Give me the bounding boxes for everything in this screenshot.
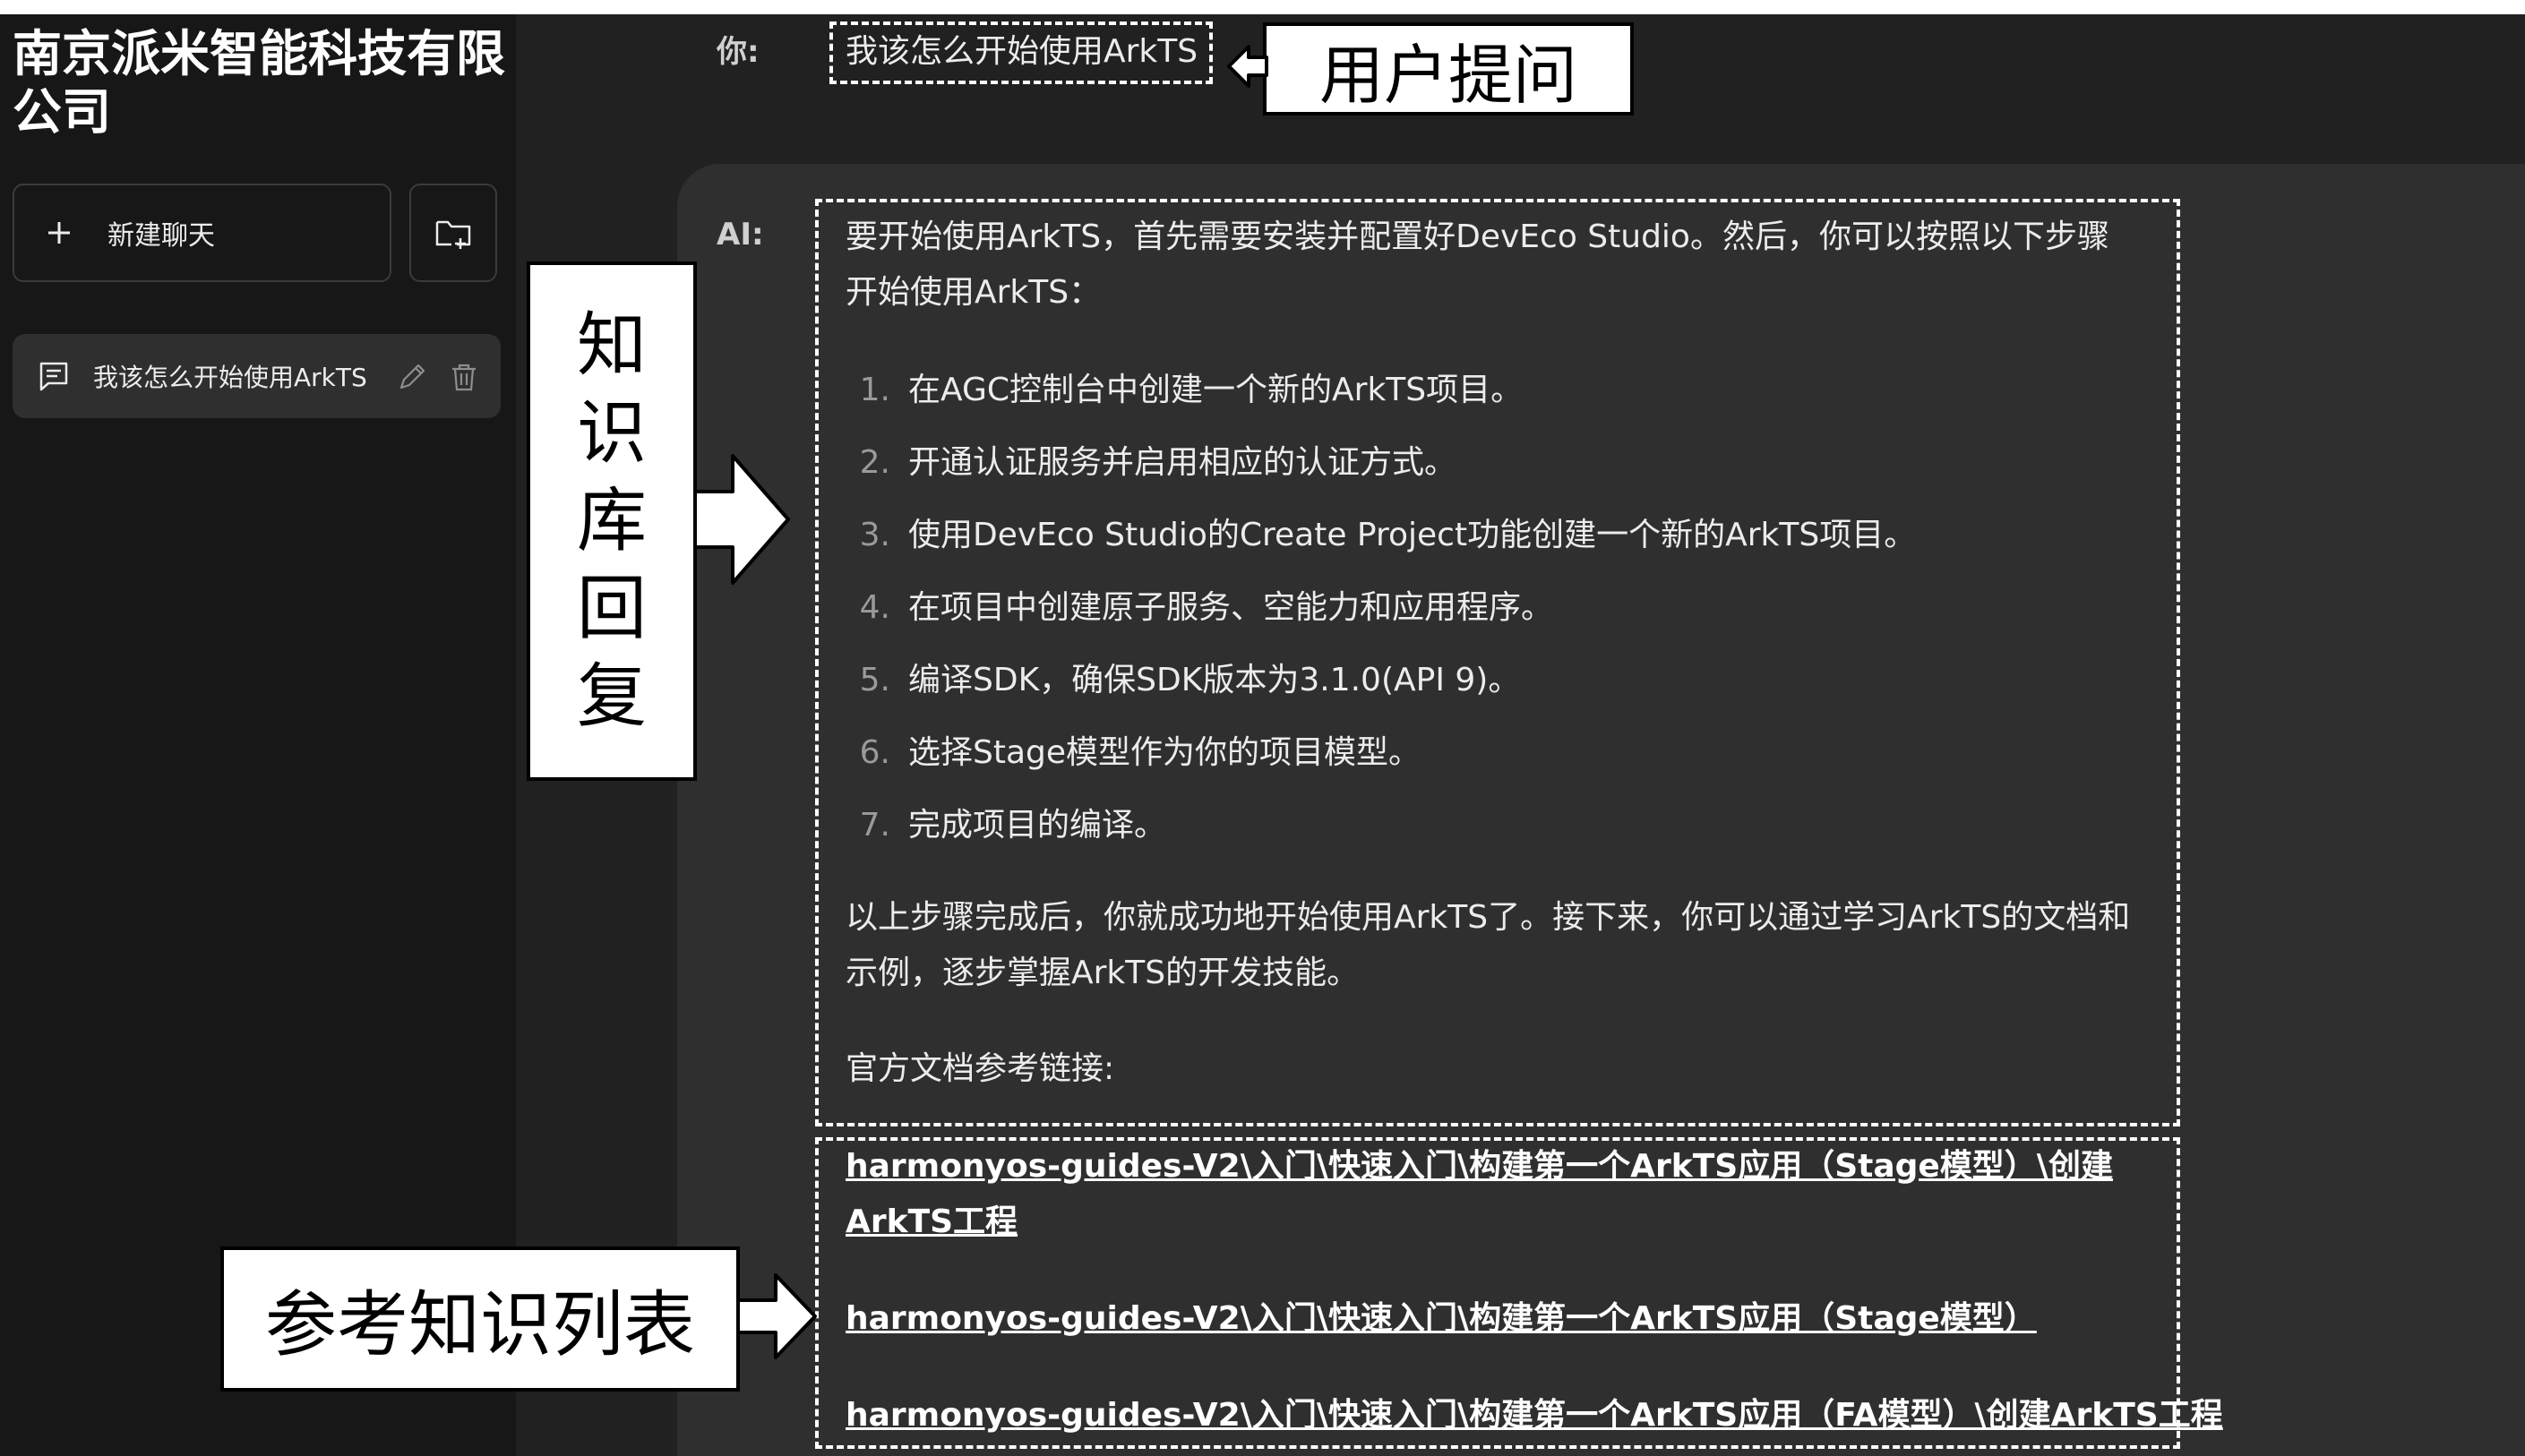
callout-char: 回	[576, 569, 647, 649]
top-strip	[0, 0, 2525, 14]
pencil-icon[interactable]	[396, 361, 428, 393]
trash-icon[interactable]	[448, 361, 480, 393]
history-item-label: 我该怎么开始使用ArkTS	[93, 363, 367, 392]
callout-char: 识	[576, 393, 647, 474]
you-label: 你:	[717, 34, 760, 70]
company-name: 南京派米智能科技有限公司	[13, 25, 506, 141]
new-folder-button[interactable]	[409, 184, 497, 282]
kb-reply-highlight	[815, 199, 2180, 1126]
app-window: 南京派米智能科技有限公司 新建聊天 我该怎么开始使用ArkTS 你: 我该怎么开…	[0, 0, 2525, 1456]
folder-plus-icon	[435, 220, 471, 249]
callout-char: 库	[576, 481, 647, 561]
new-chat-button[interactable]: 新建聊天	[13, 184, 391, 282]
callout-char: 知	[576, 305, 647, 386]
reference-list-callout: 参考知识列表	[220, 1246, 740, 1392]
reference-list-highlight	[815, 1137, 2180, 1449]
callout-char: 复	[576, 656, 647, 737]
chat-bubble-icon	[39, 362, 68, 391]
user-question-callout: 用户提问	[1263, 22, 1634, 116]
new-chat-label: 新建聊天	[107, 220, 215, 252]
kb-reply-callout: 知 识 库 回 复	[527, 261, 697, 781]
plus-icon	[48, 222, 70, 244]
arrow-right-icon	[693, 454, 790, 585]
user-question-highlight	[829, 21, 1213, 84]
history-item[interactable]: 我该怎么开始使用ArkTS	[13, 334, 501, 418]
arrow-left-icon	[1227, 45, 1268, 88]
arrow-right-icon	[736, 1273, 817, 1359]
ai-label: AI:	[717, 217, 764, 253]
